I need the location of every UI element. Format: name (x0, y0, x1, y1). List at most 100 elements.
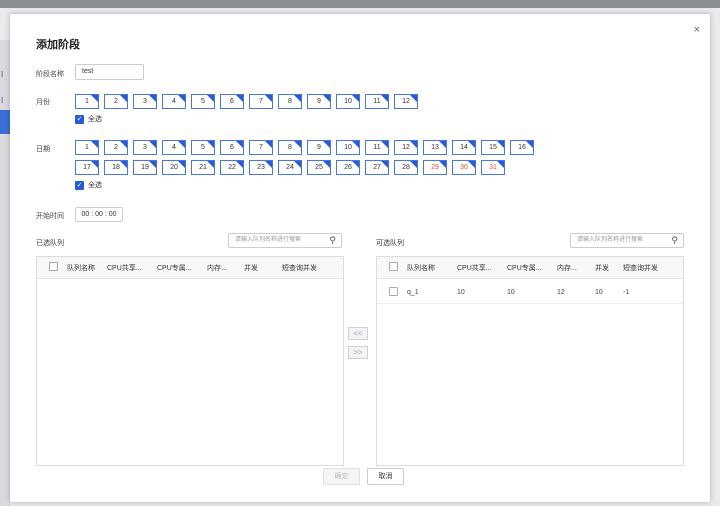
date-chip[interactable]: 5 (191, 140, 215, 155)
date-chip[interactable]: 6 (220, 140, 244, 155)
date-chip[interactable]: 8 (278, 140, 302, 155)
stage-name-input[interactable]: test (75, 64, 144, 80)
date-chip[interactable]: 27 (365, 160, 389, 175)
date-chip[interactable]: 24 (278, 160, 302, 175)
month-chip[interactable]: 10 (336, 94, 360, 109)
move-right-button[interactable]: >> (348, 346, 368, 359)
column-header[interactable]: 并发 (595, 263, 623, 273)
column-header[interactable]: CPU共享... (457, 263, 507, 273)
date-chip[interactable]: 17 (75, 160, 99, 175)
month-chip[interactable]: 6 (220, 94, 244, 109)
date-chip[interactable]: 21 (191, 160, 215, 175)
cancel-button[interactable]: 取消 (367, 468, 404, 485)
cell-concurrency: 10 (595, 289, 603, 296)
date-chip-row-1: 1 2 3 4 5 6 7 8 9 10 11 12 13 14 15 16 (75, 140, 534, 155)
date-select-all-label: 全选 (88, 182, 102, 189)
table-header: 队列名称 CPU共享... CPU专属... 内存... 并发 短查询并发 (37, 257, 343, 279)
date-chip[interactable]: 29 (423, 160, 447, 175)
search-placeholder: 请输入队列名称进行搜索 (235, 237, 302, 243)
month-select-all-label: 全选 (88, 116, 102, 123)
search-icon[interactable]: ⚲ (671, 235, 678, 246)
background-sidebar-active-item (0, 110, 10, 134)
close-icon[interactable]: × (694, 24, 700, 36)
background-sidebar-letter: I (1, 96, 4, 105)
month-chip[interactable]: 7 (249, 94, 273, 109)
month-chip[interactable]: 3 (133, 94, 157, 109)
checkmark-icon: ✓ (75, 180, 84, 190)
cell-memory: 12 (557, 289, 565, 296)
table-row[interactable]: q_1 10 10 12 10 -1 (377, 282, 683, 304)
header-checkbox[interactable] (377, 262, 407, 273)
date-select-all-checkbox[interactable]: ✓ 全选 (75, 180, 102, 190)
month-chip[interactable]: 12 (394, 94, 418, 109)
date-chip[interactable]: 25 (307, 160, 331, 175)
dialog-title: 添加阶段 (36, 39, 80, 51)
month-chip[interactable]: 9 (307, 94, 331, 109)
date-chip[interactable]: 19 (133, 160, 157, 175)
date-chip-row-2: 17 18 19 20 21 22 23 24 25 26 27 28 29 3… (75, 160, 505, 175)
date-chip[interactable]: 23 (249, 160, 273, 175)
cell-cpu-shared: 10 (457, 289, 465, 296)
selected-queues-search-input[interactable]: 请输入队列名称进行搜索 ⚲ (228, 233, 342, 248)
month-chip[interactable]: 1 (75, 94, 99, 109)
date-chip[interactable]: 18 (104, 160, 128, 175)
date-chip[interactable]: 7 (249, 140, 273, 155)
stage-name-label: 阶段名称 (36, 71, 64, 78)
search-icon[interactable]: ⚲ (329, 235, 336, 246)
date-chip[interactable]: 16 (510, 140, 534, 155)
column-header[interactable]: 并发 (244, 263, 282, 273)
column-header[interactable]: 队列名称 (407, 263, 457, 273)
table-header: 队列名称 CPU共享... CPU专属... 内存... 并发 短查询并发 (377, 257, 683, 279)
cell-short-query-concurrency: -1 (623, 289, 630, 296)
date-chip[interactable]: 28 (394, 160, 418, 175)
date-label: 日期 (36, 146, 50, 153)
column-header[interactable]: 短查询并发 (282, 263, 332, 273)
date-chip[interactable]: 22 (220, 160, 244, 175)
add-stage-dialog: × 添加阶段 阶段名称 test 月份 1 2 3 4 5 6 7 8 9 10… (10, 14, 710, 502)
column-header[interactable]: CPU专属... (157, 263, 207, 273)
date-chip[interactable]: 2 (104, 140, 128, 155)
move-left-button[interactable]: << (348, 327, 368, 340)
cell-queue-name: q_1 (407, 289, 419, 296)
date-chip[interactable]: 14 (452, 140, 476, 155)
month-chip[interactable]: 5 (191, 94, 215, 109)
search-placeholder: 请输入队列名称进行搜索 (577, 237, 644, 243)
date-chip[interactable]: 12 (394, 140, 418, 155)
month-select-all-checkbox[interactable]: ✓ 全选 (75, 114, 102, 124)
selected-queues-title: 已选队列 (36, 240, 64, 247)
column-header[interactable]: 短查询并发 (623, 263, 673, 273)
date-chip[interactable]: 10 (336, 140, 360, 155)
column-header[interactable]: CPU共享... (107, 263, 157, 273)
month-chip-list: 1 2 3 4 5 6 7 8 9 10 11 12 (75, 94, 418, 109)
date-chip[interactable]: 9 (307, 140, 331, 155)
date-chip[interactable]: 3 (133, 140, 157, 155)
date-chip[interactable]: 1 (75, 140, 99, 155)
date-chip[interactable]: 31 (481, 160, 505, 175)
available-queues-title: 可选队列 (376, 240, 404, 247)
available-queues-search-input[interactable]: 请输入队列名称进行搜索 ⚲ (570, 233, 684, 248)
column-header[interactable]: 队列名称 (67, 263, 107, 273)
confirm-button[interactable]: 确定 (323, 468, 360, 485)
start-time-label: 开始时间 (36, 213, 64, 220)
background-sidebar-letter: I (1, 70, 4, 79)
month-label: 月份 (36, 99, 50, 106)
date-chip[interactable]: 30 (452, 160, 476, 175)
available-queues-table: 队列名称 CPU共享... CPU专属... 内存... 并发 短查询并发 q_… (376, 256, 684, 466)
month-chip[interactable]: 2 (104, 94, 128, 109)
date-chip[interactable]: 26 (336, 160, 360, 175)
month-chip[interactable]: 11 (365, 94, 389, 109)
column-header[interactable]: CPU专属... (507, 263, 557, 273)
checkmark-icon: ✓ (75, 114, 84, 124)
date-chip[interactable]: 13 (423, 140, 447, 155)
column-header[interactable]: 内存... (557, 263, 595, 273)
date-chip[interactable]: 4 (162, 140, 186, 155)
month-chip[interactable]: 4 (162, 94, 186, 109)
column-header[interactable]: 内存... (207, 263, 244, 273)
start-time-input[interactable]: 00 : 00 : 00 (75, 207, 123, 222)
header-checkbox[interactable] (37, 262, 67, 273)
date-chip[interactable]: 11 (365, 140, 389, 155)
date-chip[interactable]: 20 (162, 160, 186, 175)
row-checkbox[interactable] (377, 287, 407, 298)
date-chip[interactable]: 15 (481, 140, 505, 155)
month-chip[interactable]: 8 (278, 94, 302, 109)
